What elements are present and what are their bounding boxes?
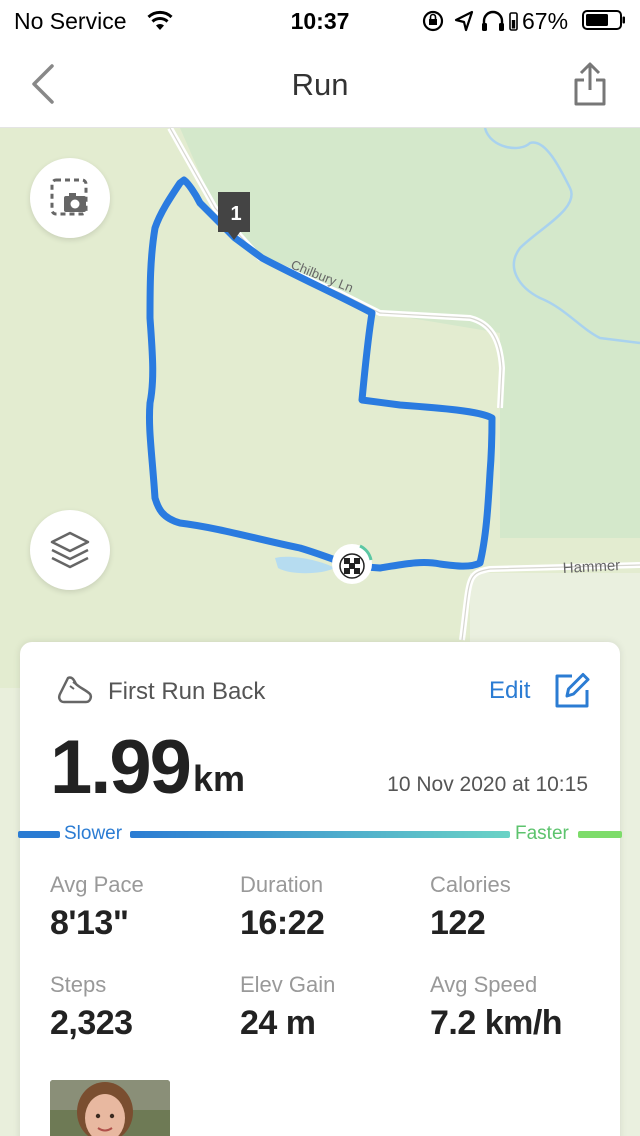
run-name[interactable]: First Run Back [108,678,265,706]
navigation-bar: Run [0,40,640,128]
screenshot-camera-icon [50,178,88,216]
run-date: 10 Nov 2020 at 10:15 [387,773,588,796]
pace-gradient-bar [130,831,510,838]
battery-percentage: 67% [522,8,569,34]
stat-calories: Calories 122 [430,872,610,943]
stat-label: Elev Gain [240,972,336,997]
layers-icon [50,531,90,569]
stat-label: Avg Pace [50,872,144,897]
pace-faster-label: Faster [515,823,569,844]
finish-flag-icon[interactable] [332,544,373,584]
stat-label: Calories [430,872,511,897]
stat-label: Duration [240,872,324,897]
lap-marker-number: 1 [230,203,241,225]
stat-value: 2,323 [50,1004,133,1042]
run-summary-card: First Run Back Edit 1.99 km 10 Nov 2020 … [18,642,622,1136]
battery-icon [582,10,625,30]
stat-value: 7.2 km/h [430,1004,563,1042]
orientation-lock-icon [422,10,444,32]
edit-pencil-icon[interactable] [552,670,592,710]
pace-bar-slow [18,831,60,838]
status-icons [422,10,518,32]
stat-value: 16:22 [240,904,325,942]
pace-legend: Slower Faster [18,822,622,846]
pace-slower-label: Slower [64,823,123,844]
stat-steps: Steps 2,323 [50,972,230,1043]
stat-label: Avg Speed [430,972,538,997]
page-title: Run [291,67,349,102]
pace-bar-fast [578,831,622,838]
running-shoe-icon [57,676,93,704]
stat-elev-gain: Elev Gain 24 m [240,972,420,1043]
share-icon[interactable] [570,60,610,108]
edit-button[interactable]: Edit [489,677,530,705]
stat-label: Steps [50,972,107,997]
road-label: Hammer [562,557,620,577]
distance-value: 1.99 [50,725,192,810]
stat-avg-pace: Avg Pace 8'13" [50,872,230,943]
map-screenshot-button[interactable] [30,158,110,238]
headphones-icon [482,10,504,31]
stat-value: 24 m [240,1004,316,1042]
status-bar: No Service 10:37 67% [0,0,640,40]
map-layers-button[interactable] [30,510,110,590]
stat-value: 122 [430,904,486,942]
stat-duration: Duration 16:22 [240,872,420,943]
stat-value: 8'13" [50,904,129,942]
distance-unit: km [193,758,246,799]
stat-avg-speed: Avg Speed 7.2 km/h [430,972,610,1043]
location-arrow-icon [454,10,474,32]
run-photo-thumbnail[interactable] [50,1080,170,1136]
